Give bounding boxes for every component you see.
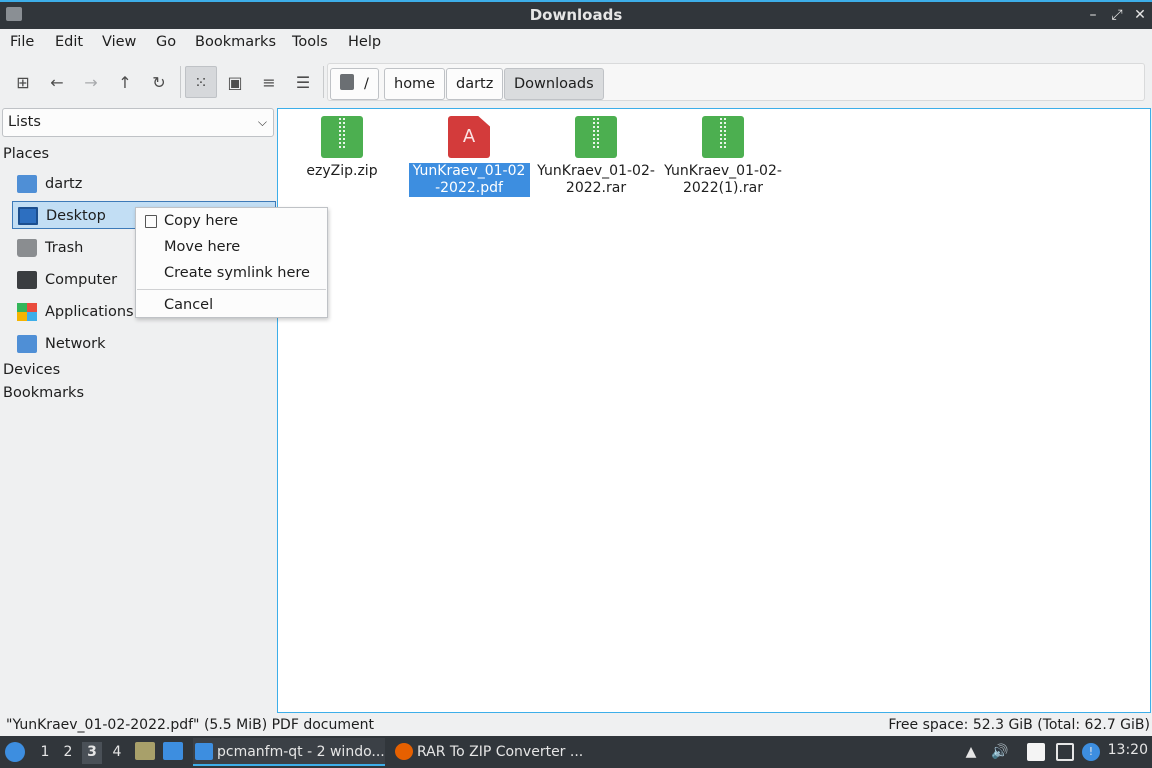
clipboard-icon[interactable] — [1027, 743, 1045, 761]
grid-icon: ⁙ — [194, 72, 208, 92]
network-up-icon[interactable]: ▲ — [962, 743, 980, 761]
list-icon: ≡ — [262, 72, 276, 92]
file-item[interactable]: YunKraev_01-02-2022(1).rar — [662, 109, 784, 197]
firefox-icon — [395, 743, 413, 760]
cancel-menu-item[interactable]: Cancel — [136, 292, 327, 318]
file-manager-launcher-icon[interactable] — [135, 742, 155, 760]
window-title: Downloads — [529, 6, 623, 24]
clock[interactable]: 13:20 — [1108, 742, 1148, 758]
file-name: YunKraev_01-02-2022.rar — [537, 163, 655, 196]
arrow-right-icon: → — [84, 72, 98, 92]
back-button[interactable]: ← — [41, 66, 73, 98]
arrow-up-icon: ↑ — [118, 72, 132, 92]
move-here-menu-item[interactable]: Move here — [136, 234, 327, 260]
side-pane: Lists ⌵ Places dartz Desktop Trash Compu… — [0, 106, 276, 712]
file-item[interactable]: YunKraev_01-02-2022.pdf — [408, 109, 530, 197]
breadcrumb-home[interactable]: home — [384, 68, 446, 100]
desktop-switch-2[interactable]: 2 — [58, 742, 78, 764]
status-free-space: Free space: 52.3 GiB (Total: 62.7 GiB) — [888, 717, 1150, 733]
file-item[interactable]: YunKraev_01-02-2022.rar — [535, 109, 657, 197]
trash-icon — [17, 239, 37, 257]
section-devices[interactable]: Devices — [3, 362, 60, 378]
computer-icon — [17, 271, 37, 289]
new-tab-icon: ⊞ — [16, 72, 30, 92]
task-firefox[interactable]: RAR To ZIP Converter ... — [393, 738, 588, 766]
toolbar-separator — [180, 66, 181, 98]
menu-view[interactable]: View — [102, 34, 136, 50]
new-tab-button[interactable]: ⊞ — [7, 66, 39, 98]
start-menu-icon[interactable] — [5, 742, 25, 762]
breadcrumb-dartz[interactable]: dartz — [446, 68, 504, 100]
applications-icon — [17, 303, 37, 321]
maximize-button[interactable]: ⤢ — [1108, 5, 1126, 25]
section-bookmarks[interactable]: Bookmarks — [3, 385, 84, 401]
archive-icon — [702, 116, 744, 158]
monitor-icon[interactable] — [1056, 743, 1074, 761]
file-name: YunKraev_01-02-2022.pdf — [408, 163, 530, 197]
home-folder-icon — [17, 175, 37, 193]
sidebar-item-network[interactable]: Network — [12, 330, 276, 358]
desktop-switch-3[interactable]: 3 — [82, 742, 102, 764]
file-view[interactable]: ezyZip.zip YunKraev_01-02-2022.pdf YunKr… — [277, 108, 1151, 713]
toolbar-separator — [323, 66, 324, 98]
file-name: ezyZip.zip — [306, 163, 378, 179]
status-selection-info: "YunKraev_01-02-2022.pdf" (5.5 MiB) PDF … — [6, 717, 374, 733]
pdf-icon — [448, 116, 490, 158]
show-desktop-icon[interactable] — [163, 742, 183, 760]
drop-context-menu: Copy here Move here Create symlink here … — [135, 207, 328, 318]
reload-button[interactable]: ↻ — [143, 66, 175, 98]
side-pane-mode-select[interactable]: Lists ⌵ — [2, 108, 274, 137]
chevron-down-icon: ⌵ — [257, 115, 267, 129]
archive-icon — [321, 116, 363, 158]
menu-bar: File Edit View Go Bookmarks Tools Help — [0, 29, 1152, 57]
arrow-left-icon: ← — [50, 72, 64, 92]
breadcrumb-root[interactable]: / — [330, 68, 379, 100]
minimize-button[interactable]: – — [1084, 5, 1102, 25]
menu-bookmarks[interactable]: Bookmarks — [195, 34, 276, 50]
status-bar: "YunKraev_01-02-2022.pdf" (5.5 MiB) PDF … — [0, 714, 1152, 736]
icon-view-button[interactable]: ⁙ — [185, 66, 217, 98]
image-icon: ▣ — [227, 72, 243, 92]
menu-edit[interactable]: Edit — [55, 34, 83, 50]
path-bar: / home dartz Downloads — [327, 63, 1145, 101]
update-notifier-icon[interactable]: ! — [1082, 743, 1100, 761]
drive-icon — [340, 74, 354, 90]
desktop-icon — [18, 207, 38, 225]
menu-help[interactable]: Help — [348, 34, 381, 50]
task-pcmanfm[interactable]: pcmanfm-qt - 2 windo... — [193, 738, 385, 766]
section-places[interactable]: Places — [3, 146, 49, 162]
file-name: YunKraev_01-02-2022(1).rar — [664, 163, 782, 196]
desktop-switch-4[interactable]: 4 — [107, 742, 127, 764]
copy-here-menu-item[interactable]: Copy here — [136, 208, 327, 234]
network-folder-icon — [17, 335, 37, 353]
detailed-list-icon: ☰ — [295, 72, 311, 92]
thumbnail-view-button[interactable]: ▣ — [219, 66, 251, 98]
menu-tools[interactable]: Tools — [292, 34, 328, 50]
file-manager-icon — [195, 743, 213, 760]
menu-file[interactable]: File — [10, 34, 34, 50]
create-symlink-menu-item[interactable]: Create symlink here — [136, 260, 327, 286]
archive-icon — [575, 116, 617, 158]
title-bar: Downloads – ⤢ ✕ — [0, 0, 1152, 29]
file-item[interactable]: ezyZip.zip — [281, 109, 403, 180]
volume-icon[interactable]: 🔊 — [991, 743, 1009, 761]
desktop-switch-1[interactable]: 1 — [35, 742, 55, 764]
reload-icon: ↻ — [152, 72, 166, 92]
close-button[interactable]: ✕ — [1131, 5, 1149, 25]
menu-go[interactable]: Go — [156, 34, 176, 50]
toolbar: ⊞ ← → ↑ ↻ ⁙ ▣ ≡ ☰ / home dartz Downloads — [0, 60, 1152, 104]
copy-icon — [145, 215, 157, 228]
menu-separator — [137, 289, 326, 290]
breadcrumb-downloads[interactable]: Downloads — [504, 68, 604, 100]
sidebar-item-dartz[interactable]: dartz — [12, 170, 276, 198]
up-button[interactable]: ↑ — [109, 66, 141, 98]
taskbar: 1 2 3 4 pcmanfm-qt - 2 windo... RAR To Z… — [0, 736, 1152, 768]
detailed-view-button[interactable]: ☰ — [287, 66, 319, 98]
forward-button[interactable]: → — [75, 66, 107, 98]
compact-view-button[interactable]: ≡ — [253, 66, 285, 98]
